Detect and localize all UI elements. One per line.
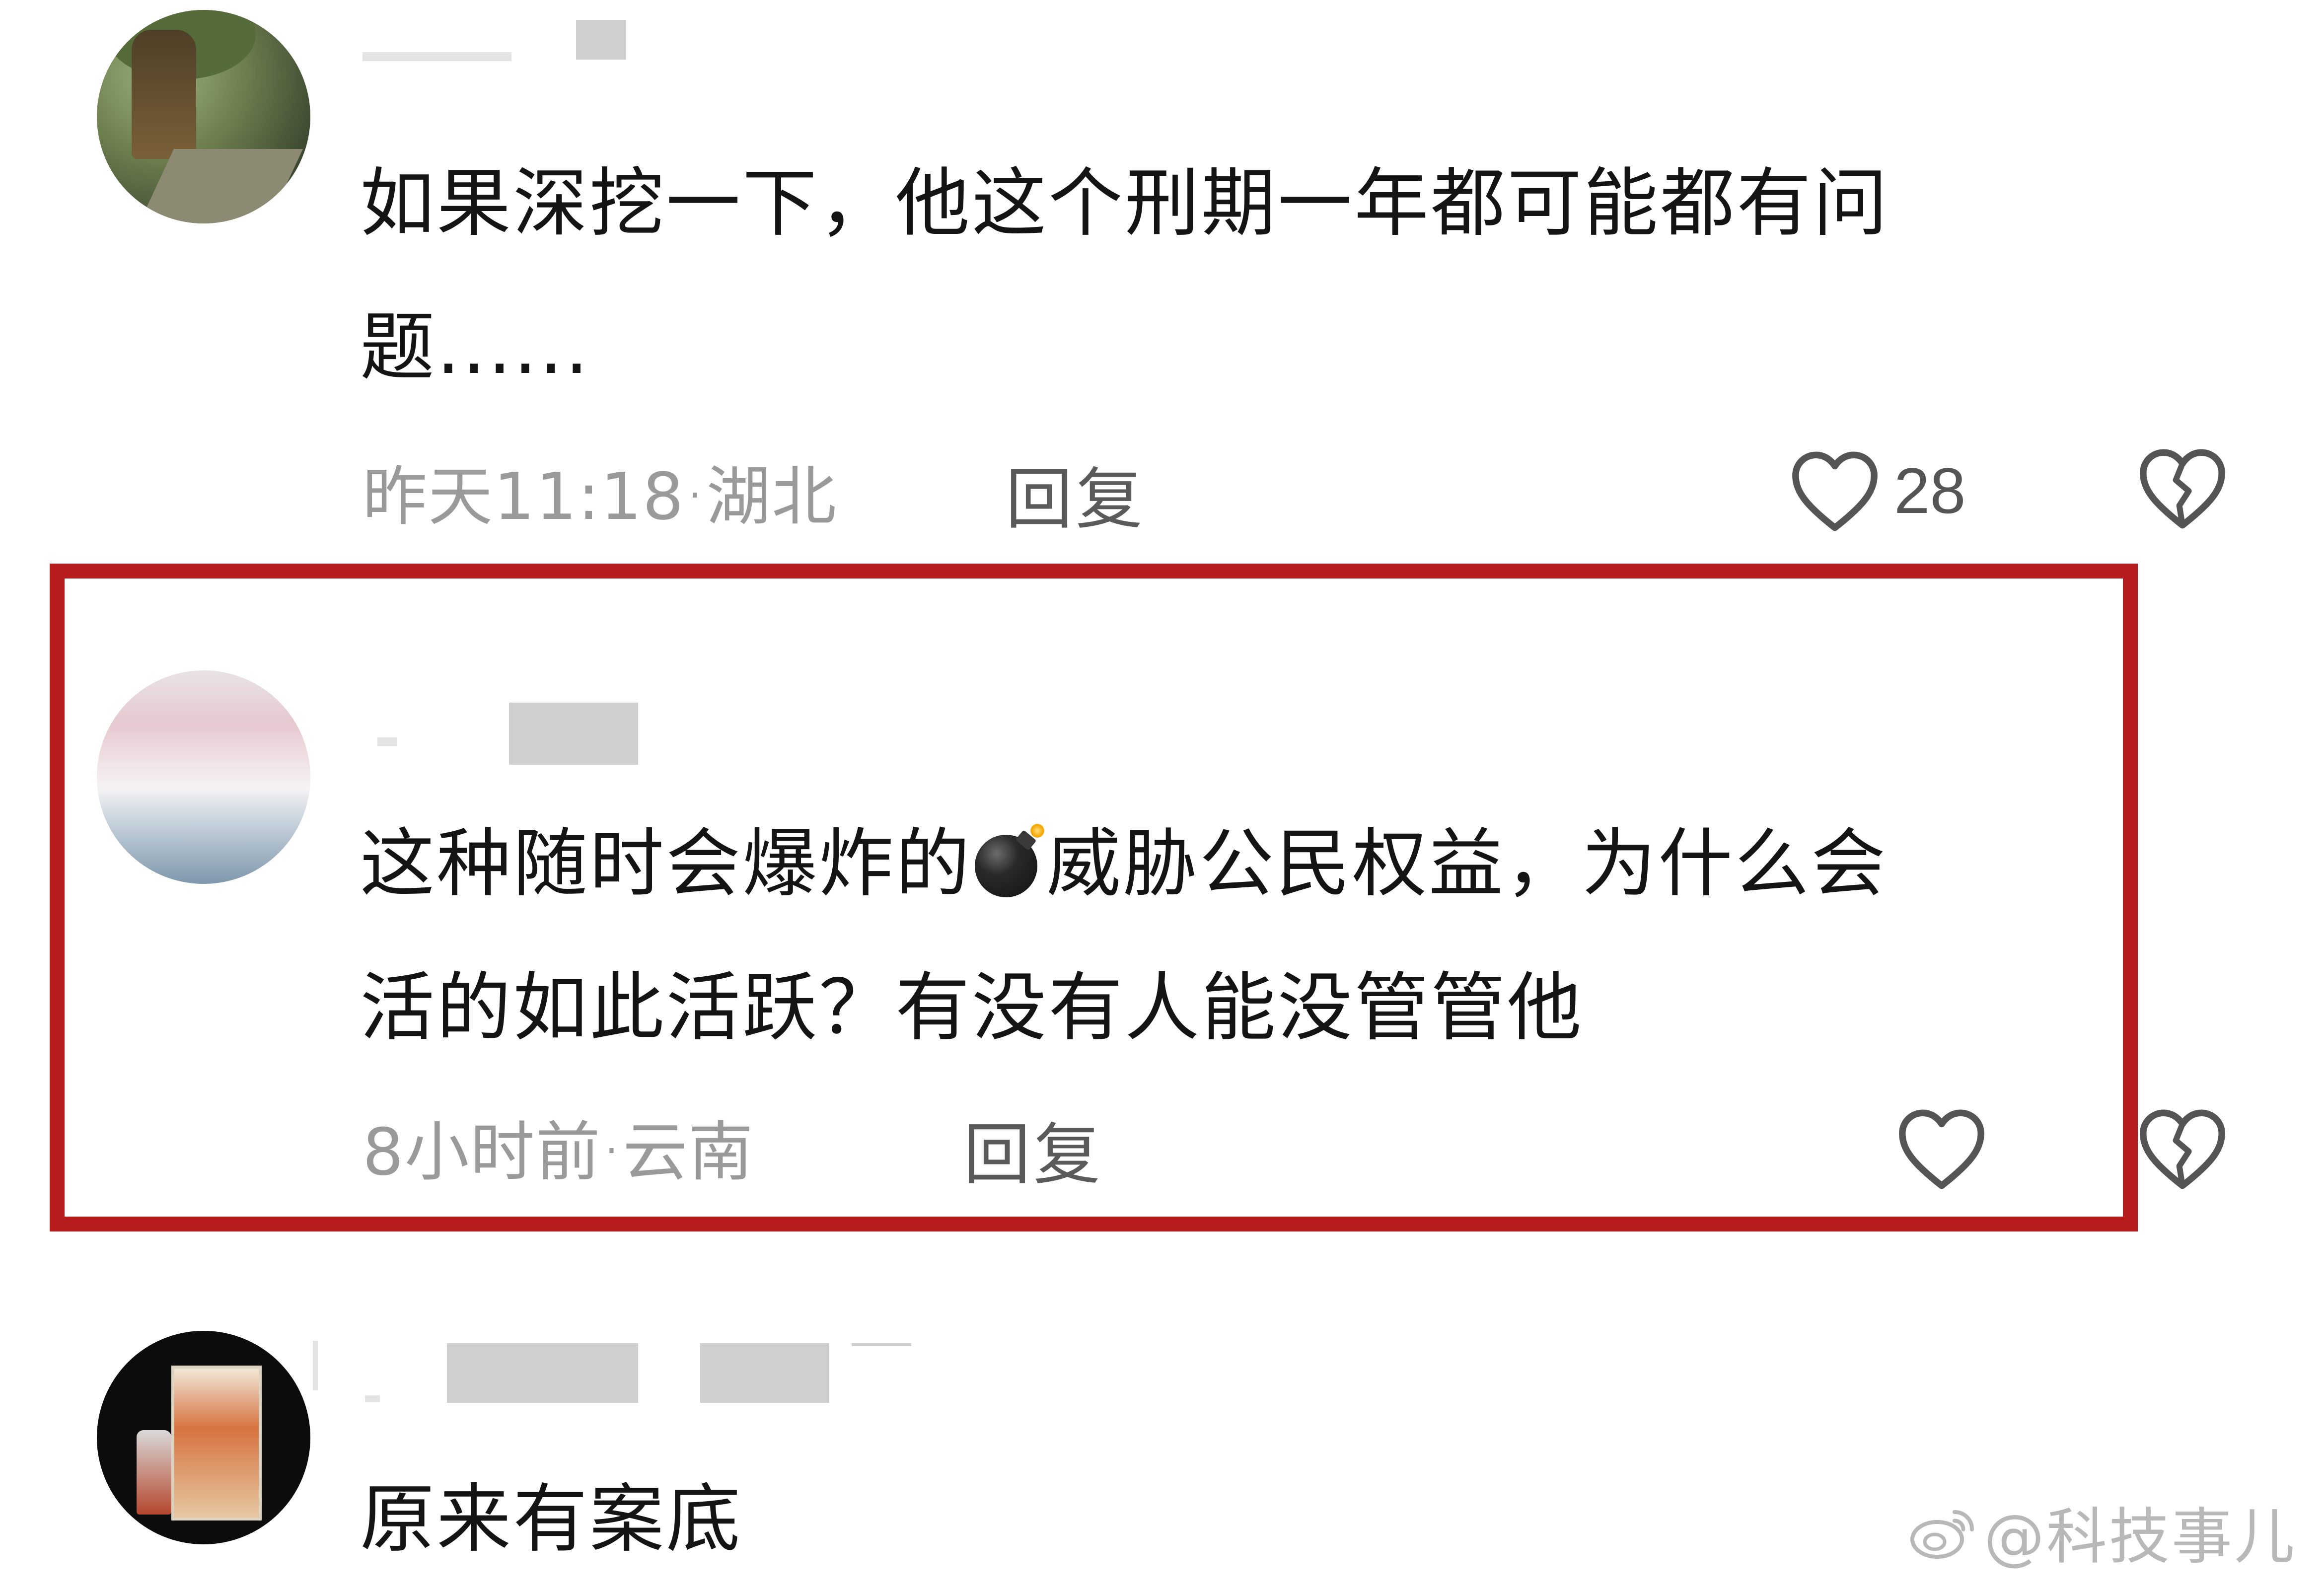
heart-outline-icon (1792, 451, 1878, 531)
like-button[interactable]: 28 (1788, 447, 1966, 534)
username-redacted[interactable] (700, 1343, 829, 1403)
comment-text-part: 威胁公民权益，为什么会 (1046, 821, 1888, 907)
comment-location: 湖北 (706, 459, 838, 534)
separator-dot: · (688, 472, 703, 518)
comment-time: 8小时前 (363, 1114, 601, 1190)
comment-line: 如果深挖一下，他这个刑期一年都可能都有问 (360, 160, 1890, 247)
comment-content: 原来有案底 (360, 1448, 742, 1592)
weibo-icon (1910, 1510, 1974, 1559)
username-redacted[interactable] (447, 1343, 638, 1403)
comment-content: 如果深挖一下，他这个刑期一年都可能都有问 题...... (360, 132, 1889, 420)
username-redacted[interactable] (313, 1341, 318, 1390)
broken-heart-icon[interactable] (2135, 1105, 2230, 1192)
reply-button[interactable]: 回复 (1006, 444, 1146, 542)
username-redacted[interactable] (377, 737, 397, 746)
comment-line: 这种随时会爆炸的 威胁公民权益，为什么会 (360, 792, 1888, 936)
comment-2: 这种随时会爆炸的 威胁公民权益，为什么会 活的如此活跃？有没有人能没管管他 8小时… (0, 561, 2324, 1236)
broken-heart-icon[interactable] (2135, 444, 2230, 531)
user-avatar[interactable] (97, 1331, 310, 1544)
username-redacted[interactable] (576, 20, 626, 60)
comment-1: 如果深挖一下，他这个刑期一年都可能都有问 题...... 昨天11:18 ·湖北 … (0, 0, 2324, 556)
comment-location: 云南 (623, 1114, 754, 1190)
reply-button[interactable]: 回复 (963, 1100, 1103, 1197)
watermark: @科技事儿 (1907, 1488, 2297, 1576)
bomb-icon (972, 824, 1046, 898)
comment-line: 题...... (360, 304, 591, 391)
comment-meta: 昨天11:18 ·湖北 (363, 444, 837, 538)
username-redacted[interactable] (365, 1395, 380, 1402)
user-avatar[interactable] (97, 670, 310, 884)
user-avatar[interactable] (97, 10, 310, 223)
comment-line: 活的如此活跃？有没有人能没管管他 (360, 965, 1584, 1051)
like-count: 28 (1894, 454, 1966, 527)
comment-text-part: 这种随时会爆炸的 (360, 821, 972, 907)
username-redacted[interactable] (363, 52, 511, 61)
comment-time: 昨天11:18 (363, 459, 685, 534)
watermark-text: @科技事儿 (1984, 1502, 2297, 1572)
username-redacted[interactable] (509, 703, 638, 765)
comment-content: 这种随时会爆炸的 威胁公民权益，为什么会 活的如此活跃？有没有人能没管管他 (360, 792, 1888, 1080)
comment-line: 原来有案底 (360, 1476, 743, 1563)
comment-meta: 8小时前 ·云南 (363, 1100, 754, 1193)
separator-dot: · (605, 1128, 619, 1174)
username-redacted[interactable] (852, 1343, 911, 1346)
heart-outline-icon[interactable] (1894, 1105, 1989, 1192)
